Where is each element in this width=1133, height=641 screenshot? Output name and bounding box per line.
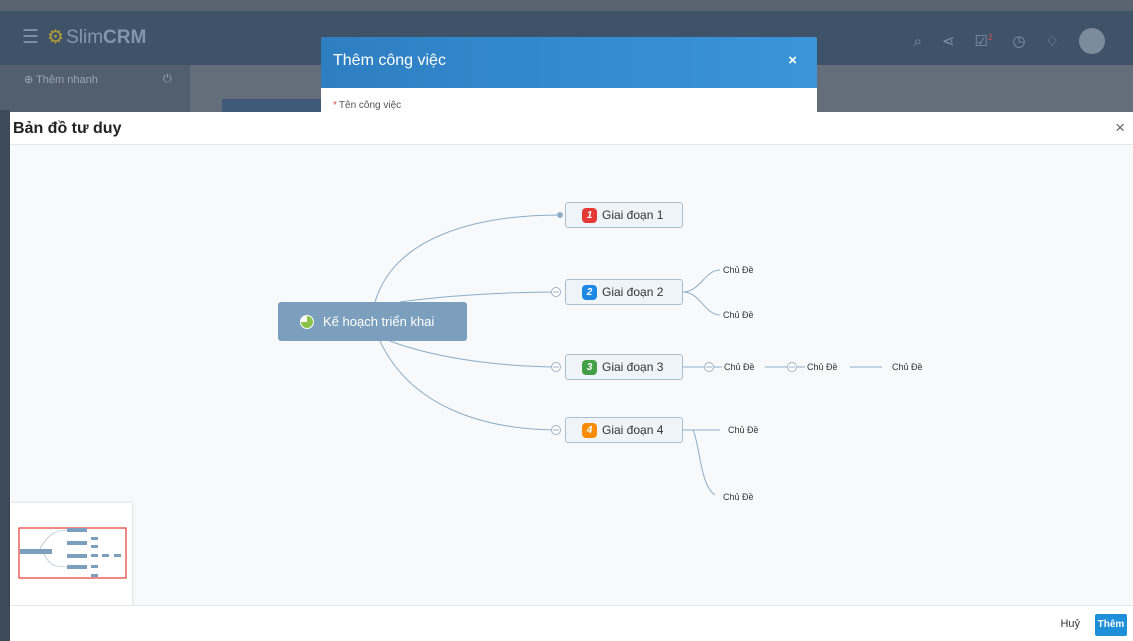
add-task-dialog-header: Thêm công việc × (321, 37, 817, 88)
mindmap-modal-header: Bản đồ tư duy × (10, 112, 1133, 145)
topic-node[interactable]: Chủ Đề (723, 492, 754, 502)
topic-node[interactable]: Chủ Đề (728, 425, 759, 435)
task-name-label: * Tên công việc (333, 100, 402, 111)
search-icon[interactable]: ⌕ (914, 33, 922, 50)
add-task-close-button[interactable]: × (788, 52, 797, 69)
topic-node[interactable]: Chủ Đề (807, 362, 838, 372)
left-strip (0, 110, 10, 641)
bell-icon[interactable]: ♢ (1046, 32, 1059, 50)
minimap[interactable] (10, 503, 132, 605)
priority-2-icon: 2 (582, 284, 597, 300)
add-task-dialog-title: Thêm công việc (333, 52, 446, 69)
logo-gear-icon: ⚙ (47, 27, 65, 48)
stage1-dot (557, 212, 563, 218)
stage-node[interactable]: 4 Giai đoạn 4 (565, 417, 683, 443)
priority-4-icon: 4 (582, 422, 597, 438)
mindmap-modal-footer: Huỷ Thêm (10, 605, 1133, 641)
quick-add-link[interactable]: ⊕ Thêm nhanh (24, 73, 98, 86)
mindmap-canvas[interactable]: Kế hoạch triển khai 1 Giai đoạn 1 2 Giai… (10, 145, 1133, 605)
mindmap-root-node[interactable]: Kế hoạch triển khai (278, 302, 467, 341)
progress-pie-icon (300, 314, 314, 329)
priority-3-icon: 3 (582, 359, 597, 375)
app-logo[interactable]: ☰ ⚙ SlimCRM (22, 26, 146, 49)
topic-node[interactable]: Chủ Đề (892, 362, 923, 372)
avatar[interactable] (1079, 28, 1105, 54)
mindmap-modal: Bản đồ tư duy × Kế hoạch triển khai 1 Gi… (10, 112, 1133, 641)
mindmap-title: Bản đồ tư duy (13, 120, 122, 137)
mindmap-close-button[interactable]: × (1115, 118, 1125, 138)
stage-node[interactable]: 2 Giai đoạn 2 (565, 279, 683, 305)
menu-icon[interactable]: ☰ (22, 26, 39, 49)
stage-node[interactable]: 1 Giai đoạn 1 (565, 202, 683, 228)
clock-icon[interactable]: ◷ (1012, 32, 1025, 50)
priority-1-icon: 1 (582, 207, 597, 223)
topic-node[interactable]: Chủ Đề (723, 265, 754, 275)
cancel-button[interactable]: Huỷ (1060, 618, 1080, 630)
topic-node[interactable]: Chủ Đề (724, 362, 755, 372)
share-icon[interactable]: ⋖ (942, 32, 955, 50)
notification-badge: 2 (988, 33, 993, 42)
task-icon[interactable]: ☑2 (975, 32, 993, 50)
add-button[interactable]: Thêm (1095, 614, 1127, 636)
topic-node[interactable]: Chủ Đề (723, 310, 754, 320)
minimap-preview (18, 527, 127, 579)
stage-node[interactable]: 3 Giai đoạn 3 (565, 354, 683, 380)
power-icon[interactable]: ⏻ (163, 73, 172, 86)
header-icons: ⌕ ⋖ ☑2 ◷ ♢ (914, 28, 1105, 54)
